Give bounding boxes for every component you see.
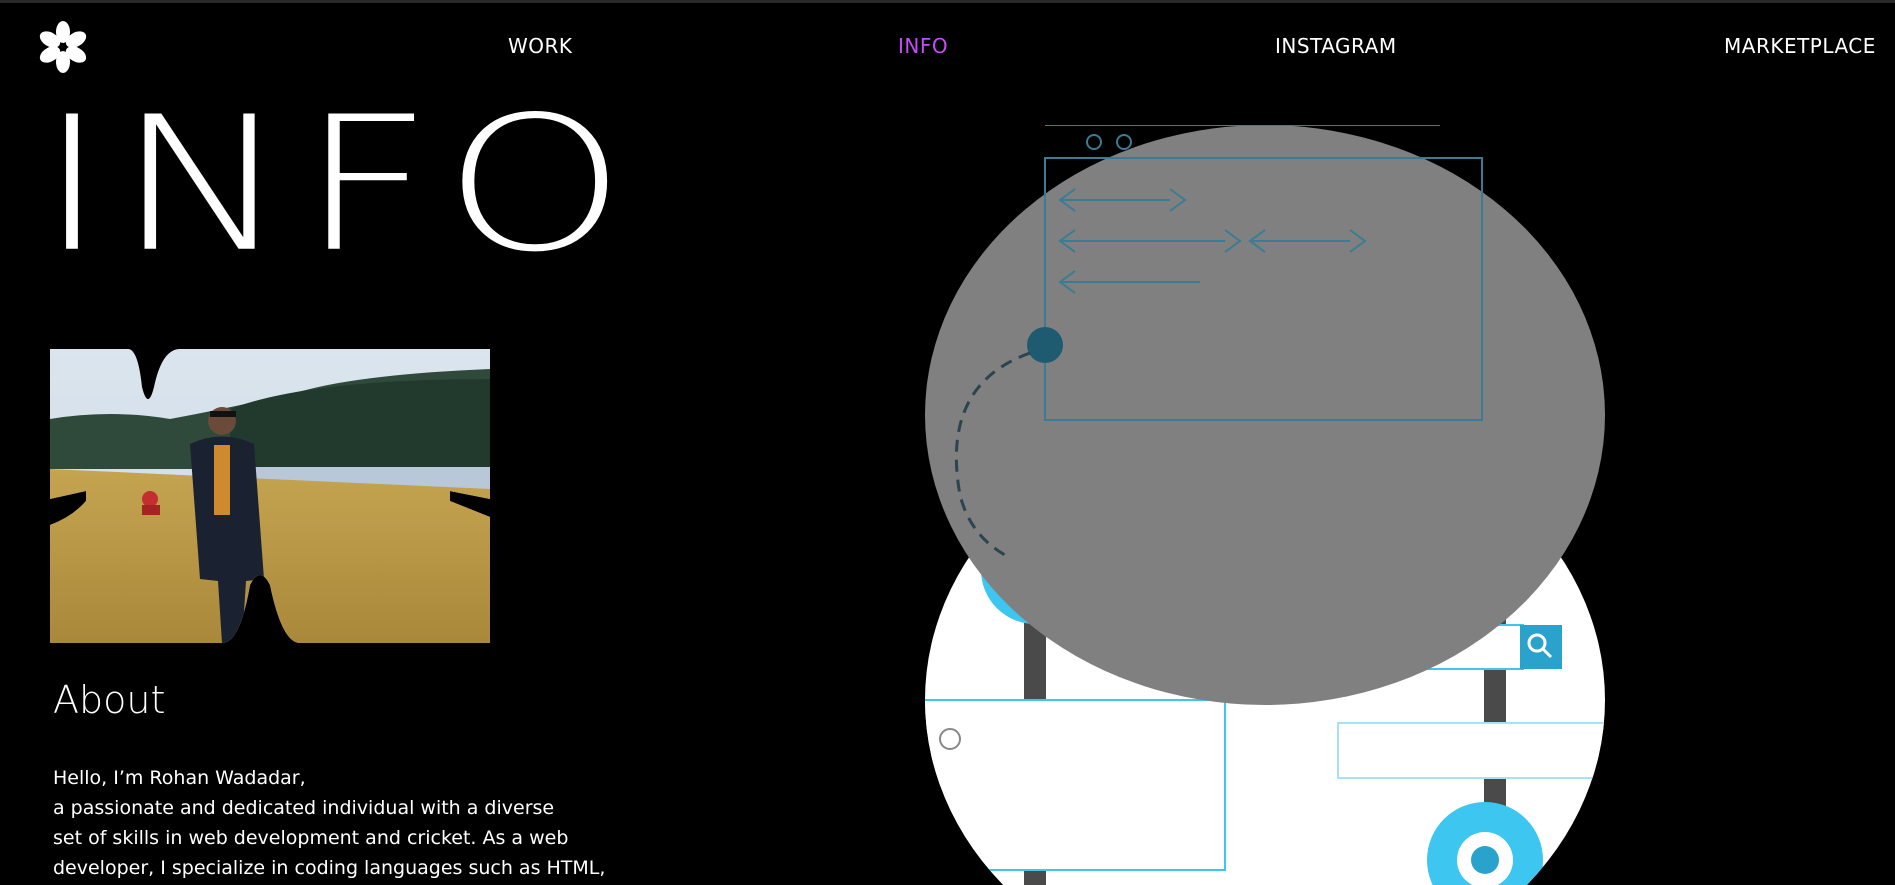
profile-photo	[50, 349, 490, 643]
about-heading: About	[53, 678, 166, 722]
nav-marketplace-link[interactable]: MARKETPLACE	[1724, 34, 1876, 58]
page-title: INFO	[38, 76, 637, 293]
nav-instagram-link[interactable]: INSTAGRAM	[1275, 34, 1397, 58]
flower-logo-icon[interactable]	[36, 20, 90, 74]
nav-info-link[interactable]: INFO	[898, 34, 948, 58]
nav-work-link[interactable]: WORK	[508, 34, 573, 58]
top-border	[0, 0, 1895, 3]
about-line: developer, I specialize in coding langua…	[53, 857, 606, 879]
about-text: Hello, I’m Rohan Wadadar, a passionate a…	[53, 763, 643, 883]
about-line: a passionate and dedicated individual wi…	[53, 797, 555, 819]
about-line: set of skills in web development and cri…	[53, 827, 569, 849]
web-development-illustration	[925, 125, 1605, 885]
about-line: Hello, I’m Rohan Wadadar,	[53, 767, 306, 789]
search-icon	[1520, 625, 1562, 669]
